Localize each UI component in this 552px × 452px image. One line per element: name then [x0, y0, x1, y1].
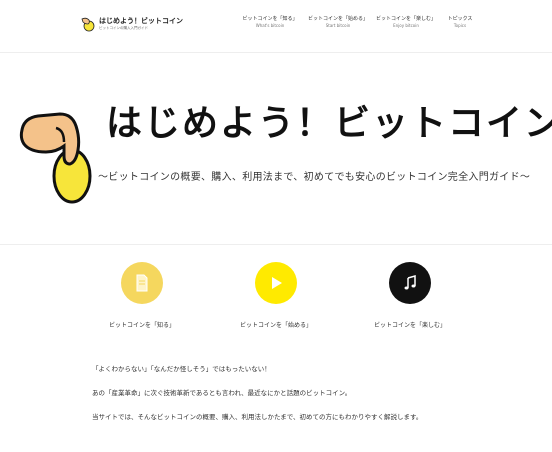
coin-hand-logo-icon [80, 16, 96, 32]
hero-title: はじめよう！ビットコイン [106, 103, 552, 144]
site-header: はじめよう！ビットコイン ビットコインの購入入門ガイド ビットコインを「知る」 … [0, 0, 552, 53]
section-divider [0, 244, 552, 245]
feature-enjoy[interactable]: ビットコインを「楽しむ」 [340, 262, 480, 329]
feature-label: ビットコインを「知る」 [108, 322, 175, 329]
document-icon [121, 262, 163, 304]
hero-section: はじめよう！ビットコイン 〜ビットコインの概要、購入、利用法まで、初めてでも安心… [0, 62, 552, 240]
feature-links: ビットコインを「知る」 ビットコインを「始める」 ビットコインを「楽しむ」 [0, 262, 552, 342]
logo-title: はじめよう！ビットコイン [99, 17, 183, 25]
site-logo[interactable]: はじめよう！ビットコイン ビットコインの購入入門ガイド [80, 16, 183, 32]
nav-item-topics[interactable]: トピックス Topics [440, 15, 480, 29]
play-icon [255, 262, 297, 304]
intro-text: 「よくわからない」「なんだか怪しそう」ではもったいない！ あの「産業革命」に次ぐ… [92, 364, 422, 436]
nav-label: ビットコインを「楽しむ」 [375, 16, 436, 22]
intro-line: あの「産業革命」に次ぐ技術革新であるとも言われ、最近なにかと話題のビットコイン。 [92, 389, 352, 397]
nav-sublabel: What's bitcoin [255, 23, 285, 28]
feature-start[interactable]: ビットコインを「始める」 [206, 262, 346, 329]
nav-item-start[interactable]: ビットコインを「始める」 Start bitcoin [304, 15, 372, 29]
nav-item-know[interactable]: ビットコインを「知る」 What's bitcoin [236, 15, 304, 29]
feature-label: ビットコインを「始める」 [239, 322, 312, 329]
hero-subtitle: 〜ビットコインの概要、購入、利用法まで、初めてでも安心のビットコイン完全入門ガイ… [98, 172, 531, 183]
nav-sublabel: Topics [453, 23, 467, 28]
nav-label: トピックス [447, 16, 473, 22]
logo-subtitle: ビットコインの購入入門ガイド [99, 26, 148, 30]
main-nav: ビットコインを「知る」 What's bitcoin ビットコインを「始める」 … [236, 15, 480, 29]
nav-sublabel: Enjoy bitcoin [393, 23, 419, 28]
feature-know[interactable]: ビットコインを「知る」 [72, 262, 212, 329]
nav-item-enjoy[interactable]: ビットコインを「楽しむ」 Enjoy bitcoin [372, 15, 440, 29]
hand-holding-coin-icon [16, 96, 96, 206]
nav-label: ビットコインを「始める」 [307, 16, 368, 22]
music-note-icon [389, 262, 431, 304]
intro-line: 「よくわからない」「なんだか怪しそう」ではもったいない！ [92, 365, 271, 373]
feature-label: ビットコインを「楽しむ」 [373, 322, 446, 329]
nav-label: ビットコインを「知る」 [242, 16, 298, 22]
intro-line: 当サイトでは、そんなビットコインの概要、購入、利用法しかたまで、初めての方にもわ… [92, 413, 423, 421]
nav-sublabel: Start bitcoin [325, 23, 351, 28]
